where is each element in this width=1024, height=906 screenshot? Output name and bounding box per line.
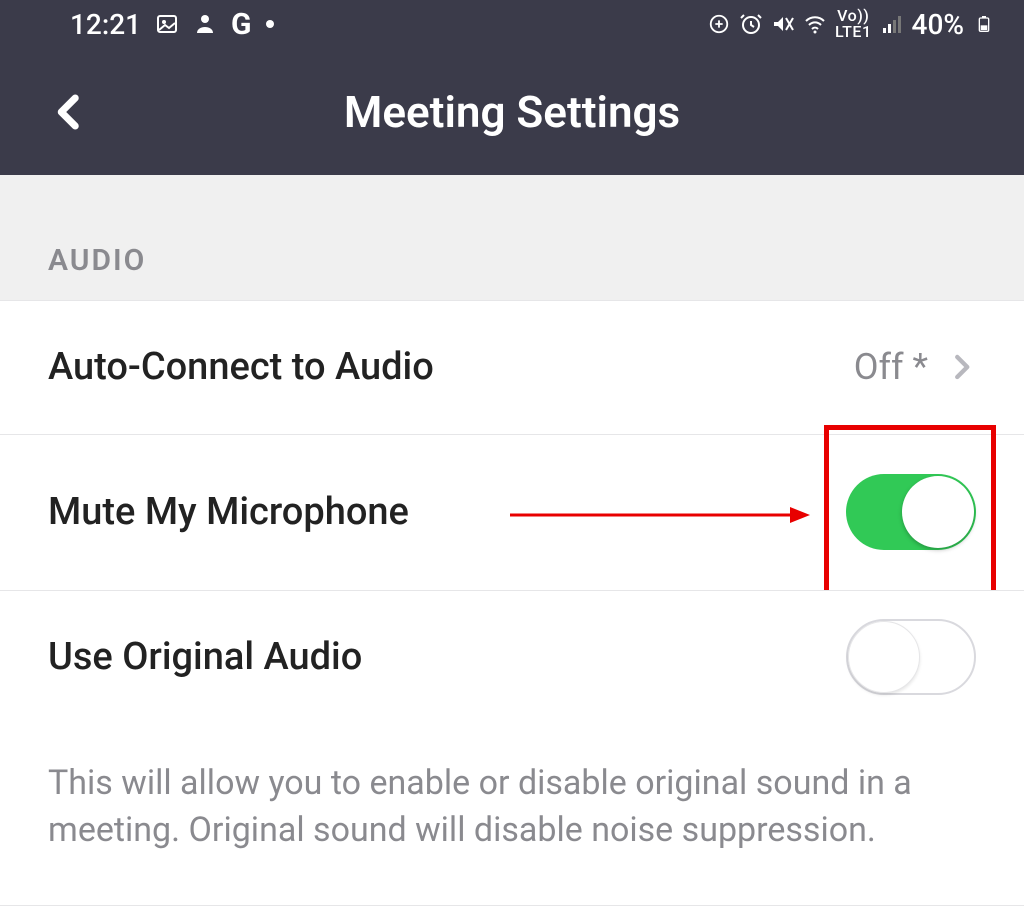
page-title: Meeting Settings: [0, 86, 1024, 138]
row-label: Auto-Connect to Audio: [48, 345, 434, 389]
status-bar: 12:21 G Vo))LTE1: [0, 0, 1024, 49]
chevron-right-icon: [946, 352, 976, 382]
person-icon: [193, 12, 217, 36]
alarm-icon: [739, 12, 763, 36]
toggle-mute-microphone[interactable]: [846, 474, 976, 550]
app-bar: Meeting Settings: [0, 49, 1024, 175]
row-mute-microphone[interactable]: Mute My Microphone: [0, 434, 1024, 590]
annotation-arrow-icon: [510, 505, 810, 525]
chevron-left-icon: [49, 91, 91, 133]
row-label: Mute My Microphone: [48, 490, 409, 534]
battery-icon: [972, 12, 996, 36]
toggle-use-original-audio[interactable]: [846, 619, 976, 695]
row-value: Off *: [854, 346, 928, 388]
mute-icon: [771, 12, 795, 36]
toggle-knob: [902, 476, 974, 548]
row-label: Use Original Audio: [48, 635, 362, 679]
back-button[interactable]: [40, 82, 100, 142]
google-icon: G: [231, 7, 251, 42]
screen: 12:21 G Vo))LTE1: [0, 0, 1024, 906]
data-saver-icon: [707, 12, 731, 36]
row-use-original-audio[interactable]: Use Original Audio: [0, 590, 1024, 724]
toggle-knob: [848, 621, 920, 693]
status-right: Vo))LTE1 40%: [707, 8, 996, 41]
more-dot-icon: [266, 20, 274, 28]
row-value-wrap: Off *: [854, 346, 976, 388]
status-left: 12:21 G: [70, 7, 274, 42]
battery-text: 40%: [912, 8, 964, 41]
volte-icon: Vo))LTE1: [835, 8, 872, 40]
image-icon: [155, 12, 179, 36]
row-auto-connect-audio[interactable]: Auto-Connect to Audio Off *: [0, 300, 1024, 434]
section-header-audio: AUDIO: [0, 175, 1024, 300]
hint-original-audio: This will allow you to enable or disable…: [0, 724, 1024, 906]
status-time: 12:21: [70, 8, 141, 41]
wifi-icon: [803, 12, 827, 36]
signal-icon: [880, 12, 904, 36]
